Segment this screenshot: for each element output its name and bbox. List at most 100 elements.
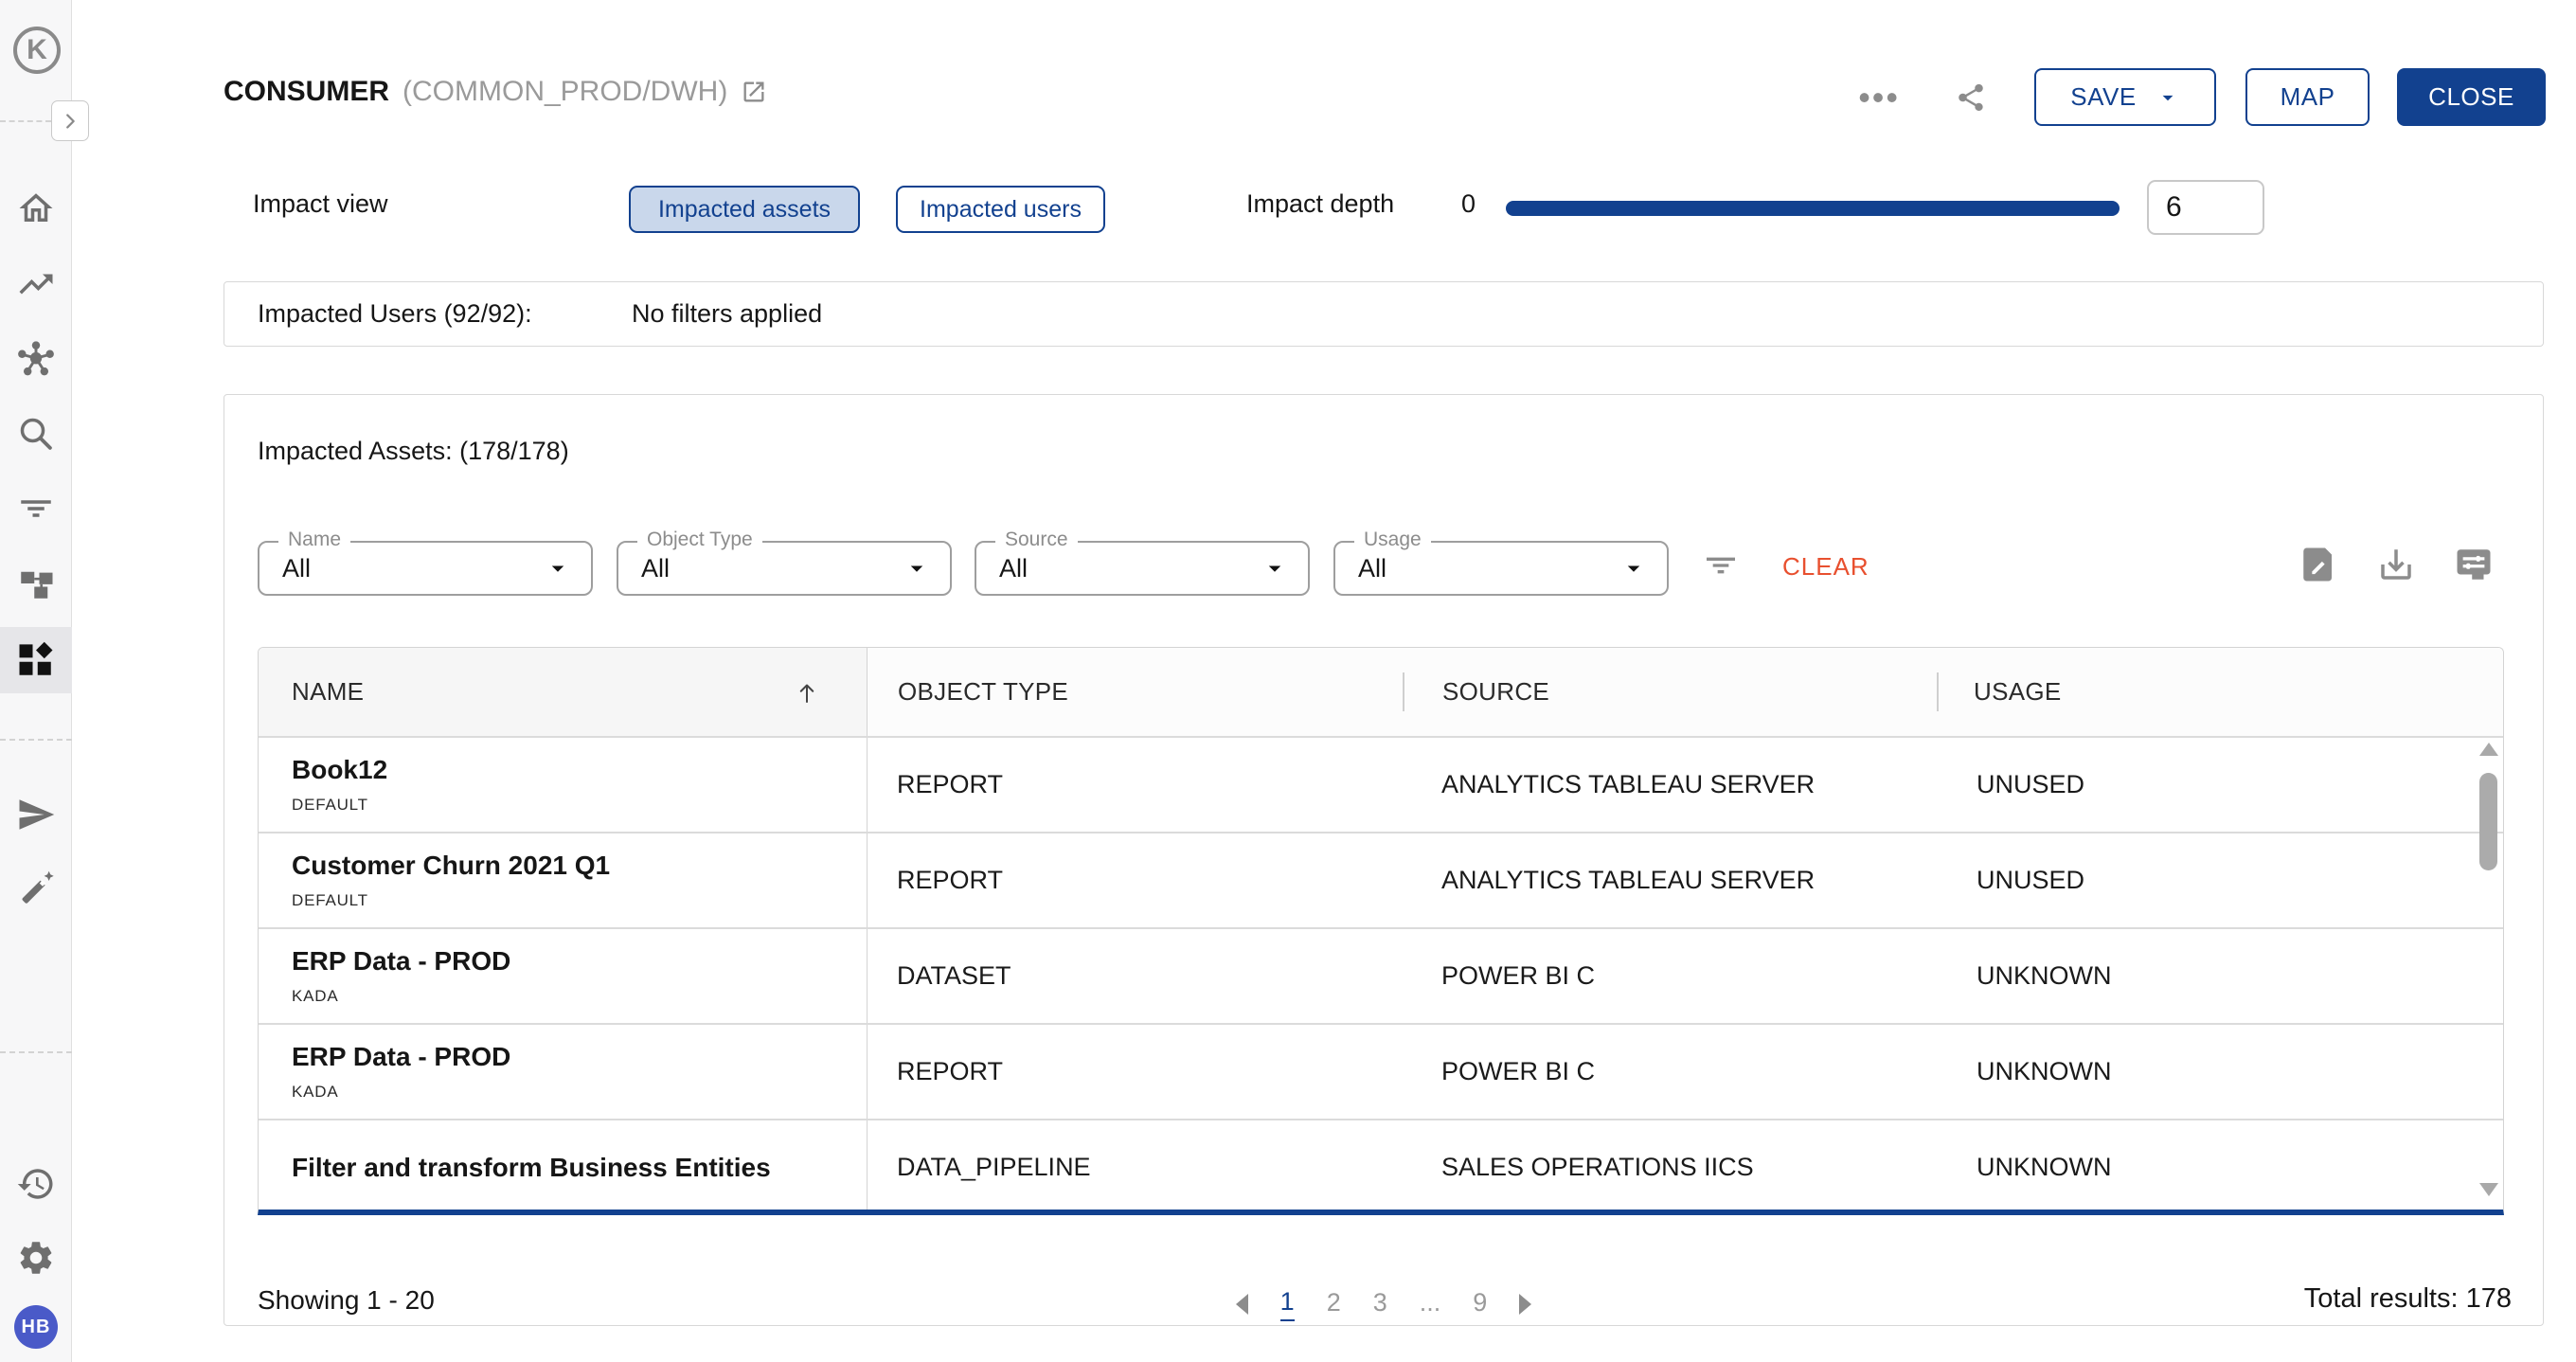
- next-page-icon[interactable]: [1519, 1294, 1531, 1315]
- asset-name[interactable]: Customer Churn 2021 Q1: [292, 851, 610, 881]
- sidebar-item-schema[interactable]: [0, 550, 72, 617]
- impact-depth-slider[interactable]: [1506, 201, 2120, 216]
- asset-name[interactable]: ERP Data - PROD: [292, 946, 510, 977]
- asset-object-type: REPORT: [868, 738, 1404, 832]
- pagination-row: Showing 1 - 20 1 2 3 ... 9 Total results…: [224, 1274, 2543, 1331]
- sidebar-item-settings[interactable]: [0, 1225, 72, 1291]
- impacted-assets-panel: Impacted Assets: (178/178) Name All Obje…: [224, 394, 2544, 1326]
- source-filter-select[interactable]: Source All: [975, 541, 1310, 596]
- display-settings-icon[interactable]: [2454, 545, 2494, 584]
- name-filter-select[interactable]: Name All: [258, 541, 593, 596]
- page-button-2[interactable]: 2: [1327, 1288, 1341, 1320]
- table-row[interactable]: ERP Data - PROD KADA REPORT POWER BI C U…: [259, 1023, 2503, 1119]
- chevron-down-icon: [1261, 554, 1289, 582]
- save-button[interactable]: SAVE: [2034, 68, 2216, 126]
- column-header-source[interactable]: SOURCE: [1404, 648, 1939, 736]
- chevron-down-icon: [1619, 554, 1648, 582]
- scrollbar-up-arrow-icon[interactable]: [2479, 743, 2498, 756]
- asset-source: SALES OPERATIONS IICS: [1404, 1120, 1939, 1214]
- table-row[interactable]: Book12 DEFAULT REPORT ANALYTICS TABLEAU …: [259, 736, 2503, 832]
- asset-usage: UNUSED: [1939, 833, 2504, 927]
- asset-usage: UNKNOWN: [1939, 929, 2504, 1023]
- share-icon[interactable]: [1955, 81, 1987, 114]
- save-dropdown-caret-icon: [2156, 85, 2180, 110]
- asset-name[interactable]: Book12: [292, 755, 387, 785]
- asset-name[interactable]: Filter and transform Business Entities: [292, 1153, 771, 1183]
- impact-depth-label: Impact depth: [1246, 189, 1394, 219]
- column-header-name[interactable]: NAME: [259, 648, 868, 736]
- impact-depth-input[interactable]: [2147, 180, 2264, 235]
- sidebar-item-magic-wand[interactable]: [0, 855, 72, 922]
- clear-filters-button[interactable]: CLEAR: [1782, 552, 1869, 582]
- schema-tree-icon: [16, 564, 56, 603]
- home-icon: [16, 188, 56, 228]
- sidebar-item-lineage-hub[interactable]: [0, 327, 72, 393]
- sidebar-item-history[interactable]: [0, 1151, 72, 1217]
- page-ellipsis: ...: [1420, 1288, 1441, 1320]
- hub-icon: [15, 339, 57, 381]
- impacted-assets-toggle[interactable]: Impacted assets: [629, 186, 860, 233]
- open-in-new-icon[interactable]: [741, 79, 767, 105]
- send-icon: [16, 795, 56, 834]
- source-filter-value: All: [976, 554, 1028, 583]
- impacted-users-bar[interactable]: Impacted Users (92/92): No filters appli…: [224, 281, 2544, 347]
- edit-note-icon[interactable]: [2299, 545, 2338, 584]
- filter-list-icon: [16, 489, 56, 529]
- asset-usage: UNKNOWN: [1939, 1025, 2504, 1119]
- impacted-users-toggle[interactable]: Impacted users: [896, 186, 1105, 233]
- sidebar-item-send[interactable]: [0, 781, 72, 848]
- sidebar-item-search[interactable]: [0, 401, 72, 467]
- previous-page-icon[interactable]: [1236, 1294, 1248, 1315]
- column-header-usage[interactable]: USAGE: [1939, 648, 2504, 736]
- save-button-label: SAVE: [2070, 82, 2136, 112]
- asset-source: POWER BI C: [1404, 929, 1939, 1023]
- asset-object-type: DATASET: [868, 929, 1404, 1023]
- filter-list-icon[interactable]: [1702, 547, 1740, 584]
- page-button-1[interactable]: 1: [1280, 1287, 1295, 1321]
- scrollbar-thumb[interactable]: [2479, 773, 2497, 870]
- sidebar-item-trends[interactable]: [0, 251, 72, 317]
- asset-usage: UNUSED: [1939, 738, 2504, 832]
- usage-filter-value: All: [1335, 554, 1386, 583]
- name-filter-value: All: [259, 554, 311, 583]
- sidebar-divider: [0, 739, 72, 741]
- asset-workspace: DEFAULT: [292, 796, 368, 815]
- search-icon: [16, 414, 56, 454]
- page-title: CONSUMER: [224, 76, 389, 108]
- magic-wand-icon: [16, 869, 56, 908]
- gear-icon: [16, 1238, 56, 1278]
- impact-view-label: Impact view: [253, 189, 388, 219]
- download-icon[interactable]: [2376, 545, 2416, 584]
- usage-filter-select[interactable]: Usage All: [1333, 541, 1669, 596]
- asset-workspace: KADA: [292, 1083, 339, 1102]
- page-button-9[interactable]: 9: [1473, 1288, 1487, 1320]
- table-row[interactable]: Filter and transform Business Entities D…: [259, 1119, 2503, 1214]
- column-header-object-type[interactable]: OBJECT TYPE: [868, 648, 1404, 736]
- chevron-down-icon: [903, 554, 931, 582]
- close-button-label: CLOSE: [2428, 82, 2514, 112]
- sidebar-item-dashboard-active[interactable]: [0, 627, 72, 693]
- more-options-icon[interactable]: •••: [1858, 88, 1900, 107]
- sidebar-expand-button[interactable]: [51, 100, 89, 141]
- map-button[interactable]: MAP: [2245, 68, 2370, 126]
- sidebar-item-home[interactable]: [0, 175, 72, 242]
- usage-filter-label: Usage: [1354, 529, 1431, 551]
- page-header: CONSUMER (COMMON_PROD/DWH): [224, 76, 767, 108]
- page-subtitle: (COMMON_PROD/DWH): [402, 76, 727, 108]
- history-icon: [16, 1164, 56, 1204]
- table-row[interactable]: Customer Churn 2021 Q1 DEFAULT REPORT AN…: [259, 832, 2503, 927]
- page-button-3[interactable]: 3: [1373, 1288, 1387, 1320]
- table-scrollbar[interactable]: [2478, 743, 2498, 1196]
- name-filter-label: Name: [278, 529, 350, 551]
- object-type-filter-select[interactable]: Object Type All: [617, 541, 952, 596]
- asset-usage: UNKNOWN: [1939, 1120, 2504, 1214]
- table-row[interactable]: ERP Data - PROD KADA DATASET POWER BI C …: [259, 927, 2503, 1023]
- close-button[interactable]: CLOSE: [2397, 68, 2546, 126]
- sidebar-item-filter[interactable]: [0, 475, 72, 542]
- panel-action-icons: [2299, 545, 2494, 584]
- sort-ascending-icon[interactable]: [793, 678, 821, 707]
- user-avatar[interactable]: HB: [14, 1305, 58, 1349]
- scrollbar-down-arrow-icon[interactable]: [2479, 1183, 2498, 1196]
- asset-name[interactable]: ERP Data - PROD: [292, 1042, 510, 1072]
- asset-object-type: REPORT: [868, 1025, 1404, 1119]
